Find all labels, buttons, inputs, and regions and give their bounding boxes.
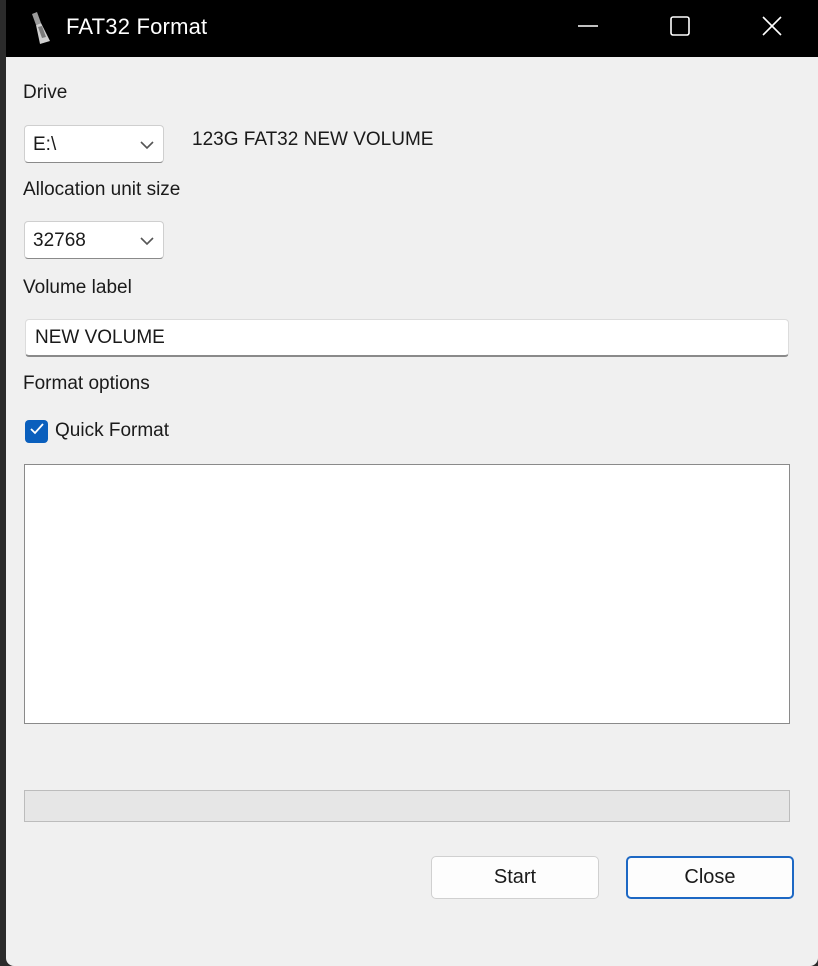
format-options-label: Format options <box>23 373 150 394</box>
close-window-button[interactable] <box>726 0 818 57</box>
chevron-down-icon <box>139 234 155 252</box>
window-title: FAT32 Format <box>66 14 208 39</box>
quick-format-label[interactable]: Quick Format <box>55 420 169 442</box>
close-button[interactable]: Close <box>626 856 794 899</box>
allocation-label: Allocation unit size <box>23 179 181 200</box>
drive-select-value: E:\ <box>33 134 57 155</box>
volume-label-input[interactable] <box>25 319 789 357</box>
drive-select[interactable]: E:\ <box>24 125 164 163</box>
checkmark-icon <box>29 422 45 441</box>
app-icon <box>28 11 54 45</box>
start-button[interactable]: Start <box>431 856 599 899</box>
log-output[interactable] <box>24 464 790 724</box>
title-bar[interactable]: FAT32 Format <box>6 0 818 57</box>
maximize-icon <box>669 15 691 42</box>
drive-info: 123G FAT32 NEW VOLUME <box>192 129 434 150</box>
volume-label-caption: Volume label <box>23 277 132 298</box>
progress-bar <box>24 790 790 822</box>
fat32-format-window: FAT32 Format Drive E:\ 123G FAT32 NEW VO… <box>6 0 818 966</box>
allocation-select[interactable]: 32768 <box>24 221 164 259</box>
maximize-button[interactable] <box>634 0 726 57</box>
allocation-select-value: 32768 <box>33 230 86 251</box>
drive-label: Drive <box>23 82 68 103</box>
chevron-down-icon <box>139 138 155 156</box>
minimize-icon <box>577 15 599 42</box>
quick-format-checkbox[interactable] <box>25 420 48 443</box>
minimize-button[interactable] <box>542 0 634 57</box>
close-icon <box>761 15 783 42</box>
